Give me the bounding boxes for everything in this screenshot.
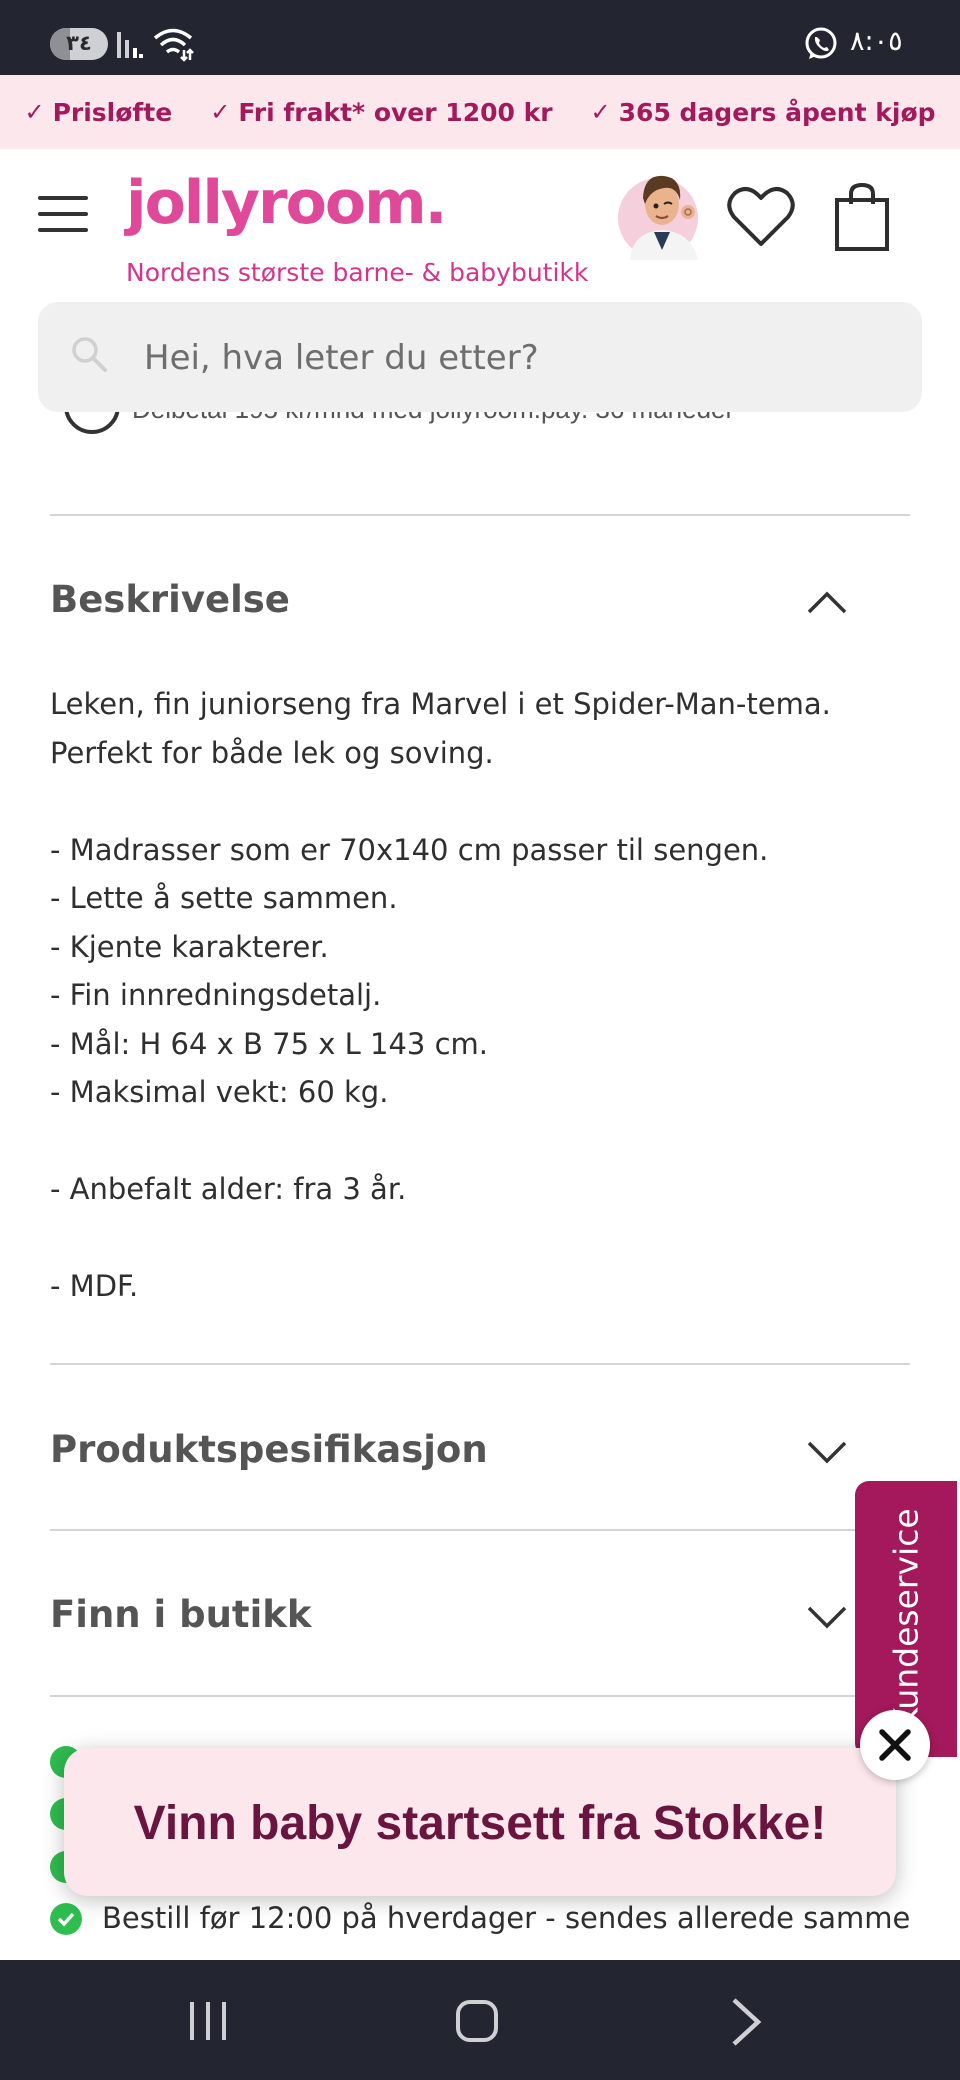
hamburger-menu-icon[interactable] [38, 196, 90, 232]
chevron-up-icon[interactable] [806, 588, 848, 616]
usp-item: Bestill før 12:00 på hverdager - sendes … [50, 1901, 930, 1943]
system-navigation-bar [0, 1960, 960, 2080]
clock: ٨:٠٥ [850, 26, 903, 57]
description-line: - Fin innredningsdetalj. [50, 978, 382, 1012]
promo-item: ✓ 365 dagers åpent kjøp [591, 98, 936, 127]
usp-text: Bestill før 12:00 på hverdager - sendes … [102, 1901, 911, 1935]
battery-icon: ٣٤ [50, 28, 108, 60]
description-line [50, 777, 910, 826]
divider [50, 1529, 910, 1531]
search-input[interactable] [144, 330, 844, 386]
recent-apps-button[interactable] [148, 1960, 268, 2080]
description-text: Leken, fin juniorseng fra Marvel i et Sp… [50, 680, 910, 1311]
close-icon [879, 1729, 911, 1761]
whatsapp-icon [805, 27, 837, 59]
chevron-down-icon[interactable] [806, 1604, 848, 1632]
find-in-store-accordion-title[interactable]: Finn i butikk [50, 1593, 312, 1636]
description-line: - Mål: H 64 x B 75 x L 143 cm. [50, 1026, 489, 1061]
installment-text: Delbetal 195 kr/mnd med jollyroom.pay. 3… [132, 412, 734, 425]
promo-label: 365 dagers åpent kjøp [618, 97, 936, 127]
radio-icon[interactable] [64, 412, 120, 434]
search-icon [72, 337, 107, 372]
description-line: - Lette å sette sammen. [50, 881, 398, 915]
promo-label: Prisløfte [52, 97, 173, 127]
description-line: Perfekt for både lek og soving. [50, 735, 494, 770]
tagline: Nordens største barne- & babybutikk [126, 258, 589, 287]
promo-label: Fri frakt* over 1200 kr [238, 97, 553, 127]
promo-item: ✓ Fri frakt* over 1200 kr [210, 98, 552, 127]
divider [50, 514, 910, 516]
installment-row: Delbetal 195 kr/mnd med jollyroom.pay. 3… [60, 412, 900, 452]
usp-promo-bar: ✓ Prisløfte ✓ Fri frakt* over 1200 kr ✓ … [0, 75, 960, 149]
divider [50, 1363, 910, 1365]
close-popup-button[interactable] [860, 1710, 930, 1780]
customer-service-label: Kundeservice [886, 1508, 926, 1730]
back-button[interactable] [686, 1960, 806, 2080]
assistant-avatar-icon[interactable] [618, 160, 706, 260]
home-icon [456, 2000, 498, 2042]
description-line [50, 1117, 910, 1166]
chevron-down-icon[interactable] [806, 1439, 848, 1467]
divider [50, 1695, 910, 1697]
product-spec-accordion-title[interactable]: Produktspesifikasjon [50, 1428, 488, 1471]
description-line: - MDF. [50, 1269, 139, 1303]
recent-apps-icon [190, 2002, 226, 2040]
description-line [50, 1214, 910, 1263]
signal-icon [117, 32, 143, 58]
check-icon: ✓ [590, 98, 611, 126]
description-line: Leken, fin juniorseng fra Marvel i et Sp… [50, 687, 831, 721]
home-button[interactable] [416, 1960, 536, 2080]
promo-item: ✓ Prisløfte [24, 98, 172, 127]
popup-text: Vinn baby startsett fra Stokke! [133, 1797, 827, 1850]
green-check-icon [50, 1903, 82, 1935]
description-accordion-title[interactable]: Beskrivelse [50, 578, 290, 621]
back-chevron-icon [732, 1998, 762, 2046]
wifi-icon [153, 28, 194, 62]
status-bar: ٣٤ ٨:٠٥ [0, 0, 960, 75]
check-icon: ✓ [24, 98, 45, 126]
wishlist-heart-icon[interactable] [726, 186, 796, 248]
jollyroom-logo[interactable]: jollyroom. [126, 168, 447, 238]
description-line: - Anbefalt alder: fra 3 år. [50, 1172, 407, 1206]
battery-label: ٣٤ [66, 31, 92, 55]
description-line: - Maksimal vekt: 60 kg. [50, 1075, 389, 1109]
promo-popup-banner[interactable]: Vinn baby startsett fra Stokke! [64, 1748, 896, 1896]
description-line: - Madrasser som er 70x140 cm passer til … [50, 832, 769, 867]
check-icon: ✓ [210, 98, 231, 126]
shopping-bag-icon[interactable] [834, 182, 890, 252]
description-line: - Kjente karakterer. [50, 929, 329, 964]
